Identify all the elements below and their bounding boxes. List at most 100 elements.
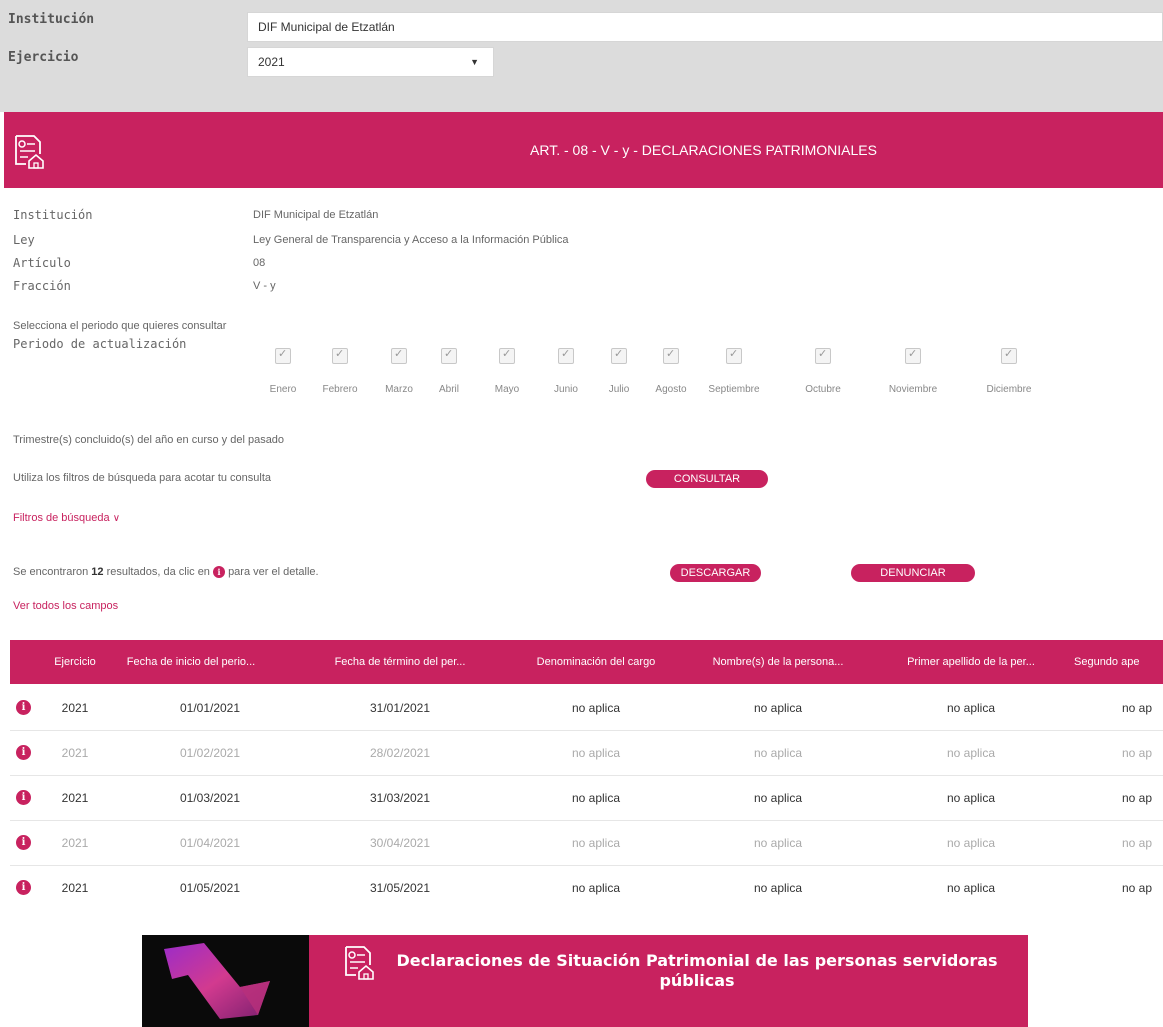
info-icon: i (213, 566, 225, 579)
caret-down-icon: ▼ (470, 57, 479, 67)
cell-denominacion: no aplica (571, 791, 621, 805)
checkbox-checked-icon (1001, 347, 1017, 364)
meta-value-ley: Ley General de Transparencia y Acceso a … (253, 234, 569, 246)
column-header-segundo-apellido[interactable]: Segundo ape (1074, 640, 1163, 684)
institucion-filter-label: Institución (8, 12, 95, 27)
results-table-header: Ejercicio Fecha de inicio del perio... F… (10, 640, 1163, 684)
cell-fecha-termino: 31/01/2021 (369, 701, 431, 715)
meta-label-ley: Ley (13, 233, 35, 247)
cell-primer-apellido: no aplica (946, 791, 996, 805)
cell-denominacion: no aplica (571, 836, 621, 850)
checkbox-checked-icon (726, 347, 742, 364)
meta-label-fraccion: Fracción (13, 279, 71, 293)
info-icon[interactable]: i (16, 835, 31, 850)
footer-banner: Declaraciones de Situación Patrimonial d… (142, 935, 1028, 1027)
banner-title: ART. - 08 - V - y - DECLARACIONES PATRIM… (530, 142, 877, 158)
filtros-busqueda-link[interactable]: Filtros de búsqueda ∨ (13, 512, 120, 524)
ejercicio-select-value: 2021 (258, 55, 285, 69)
cell-ejercicio: 2021 (61, 791, 89, 805)
top-filter-bar: Institución DIF Municipal de Etzatlán Ej… (0, 0, 1163, 112)
cell-nombre: no aplica (753, 881, 803, 895)
meta-value-articulo: 08 (253, 257, 266, 269)
month-noviembre[interactable]: Noviembre (878, 347, 948, 395)
cell-segundo-apellido: no ap (1122, 791, 1153, 805)
checkbox-checked-icon (275, 347, 291, 364)
filters-hint: Utiliza los filtros de búsqueda para aco… (13, 472, 272, 484)
consultar-button[interactable]: CONSULTAR (646, 470, 768, 488)
denunciar-button[interactable]: DENUNCIAR (851, 564, 975, 582)
institucion-field[interactable]: DIF Municipal de Etzatlán (247, 12, 1163, 42)
column-header-denominacion[interactable]: Denominación del cargo (504, 640, 688, 684)
month-agosto[interactable]: Agosto (636, 347, 706, 395)
info-icon[interactable]: i (16, 790, 31, 805)
cell-nombre: no aplica (753, 701, 803, 715)
column-header-fecha-termino[interactable]: Fecha de término del per... (300, 640, 500, 684)
column-header-primer-apellido[interactable]: Primer apellido de la per... (878, 640, 1064, 684)
results-summary: Se encontraron 12 resultados, da clic en… (13, 566, 319, 579)
cell-fecha-termino: 30/04/2021 (369, 836, 431, 850)
checkbox-checked-icon (558, 347, 574, 364)
meta-label-articulo: Artículo (13, 256, 71, 270)
trimestre-text: Trimestre(s) concluido(s) del año en cur… (13, 434, 285, 446)
table-row: i 2021 01/05/2021 31/05/2021 no aplica n… (10, 866, 1163, 910)
ejercicio-filter-label: Ejercicio (8, 50, 79, 65)
cell-denominacion: no aplica (571, 746, 621, 760)
cell-segundo-apellido: no ap (1122, 881, 1153, 895)
table-row: i 2021 01/03/2021 31/03/2021 no aplica n… (10, 776, 1163, 821)
ribbon-graphic (164, 943, 270, 1019)
results-prefix: Se encontraron (13, 566, 89, 578)
footer-title: Declaraciones de Situación Patrimonial d… (396, 951, 998, 990)
cell-fecha-inicio: 01/03/2021 (179, 791, 241, 805)
cell-ejercicio: 2021 (61, 746, 89, 760)
checkbox-checked-icon (611, 347, 627, 364)
results-suffix-a: resultados, da clic en (106, 566, 210, 578)
month-octubre[interactable]: Octubre (788, 347, 858, 395)
cell-primer-apellido: no aplica (946, 746, 996, 760)
checkbox-checked-icon (815, 347, 831, 364)
cell-segundo-apellido: no ap (1122, 836, 1153, 850)
cell-denominacion: no aplica (571, 701, 621, 715)
cell-nombre: no aplica (753, 836, 803, 850)
cell-ejercicio: 2021 (61, 836, 89, 850)
descargar-button[interactable]: DESCARGAR (670, 564, 761, 582)
checkbox-checked-icon (391, 347, 407, 364)
cell-nombre: no aplica (753, 746, 803, 760)
checkbox-checked-icon (499, 347, 515, 364)
info-icon[interactable]: i (16, 700, 31, 715)
checkbox-checked-icon (663, 347, 679, 364)
info-icon[interactable]: i (16, 745, 31, 760)
filtros-busqueda-label: Filtros de búsqueda (13, 512, 110, 524)
cell-segundo-apellido: no ap (1122, 746, 1153, 760)
cell-fecha-termino: 28/02/2021 (369, 746, 431, 760)
cell-primer-apellido: no aplica (946, 836, 996, 850)
column-header-ejercicio[interactable]: Ejercicio (44, 640, 106, 684)
column-header-nombre[interactable]: Nombre(s) de la persona... (680, 640, 876, 684)
cell-ejercicio: 2021 (61, 701, 89, 715)
section-banner: ART. - 08 - V - y - DECLARACIONES PATRIM… (4, 112, 1163, 188)
table-row: i 2021 01/02/2021 28/02/2021 no aplica n… (10, 731, 1163, 776)
checkbox-checked-icon (332, 347, 348, 364)
cell-fecha-inicio: 01/04/2021 (179, 836, 241, 850)
cell-fecha-inicio: 01/05/2021 (179, 881, 241, 895)
cell-primer-apellido: no aplica (946, 701, 996, 715)
checkbox-checked-icon (441, 347, 457, 364)
column-header-fecha-inicio[interactable]: Fecha de inicio del perio... (112, 640, 270, 684)
ejercicio-select[interactable]: 2021 ▼ (247, 47, 494, 77)
cell-primer-apellido: no aplica (946, 881, 996, 895)
cell-denominacion: no aplica (571, 881, 621, 895)
meta-value-fraccion: V - y (253, 280, 276, 292)
checkbox-checked-icon (905, 347, 921, 364)
period-instruction: Selecciona el periodo que quieres consul… (13, 320, 227, 332)
meta-value-institucion: DIF Municipal de Etzatlán (253, 209, 379, 221)
month-diciembre[interactable]: Diciembre (974, 347, 1044, 395)
period-label: Periodo de actualización (13, 337, 187, 351)
cell-nombre: no aplica (753, 791, 803, 805)
document-home-icon (345, 946, 374, 980)
ribbon-art-image (142, 935, 309, 1027)
month-septiembre[interactable]: Septiembre (699, 347, 769, 395)
cell-segundo-apellido: no ap (1122, 701, 1153, 715)
results-count: 12 (91, 566, 104, 578)
info-icon[interactable]: i (16, 880, 31, 895)
ver-todos-campos-link[interactable]: Ver todos los campos (13, 600, 118, 612)
chevron-down-icon: ∨ (112, 513, 121, 524)
